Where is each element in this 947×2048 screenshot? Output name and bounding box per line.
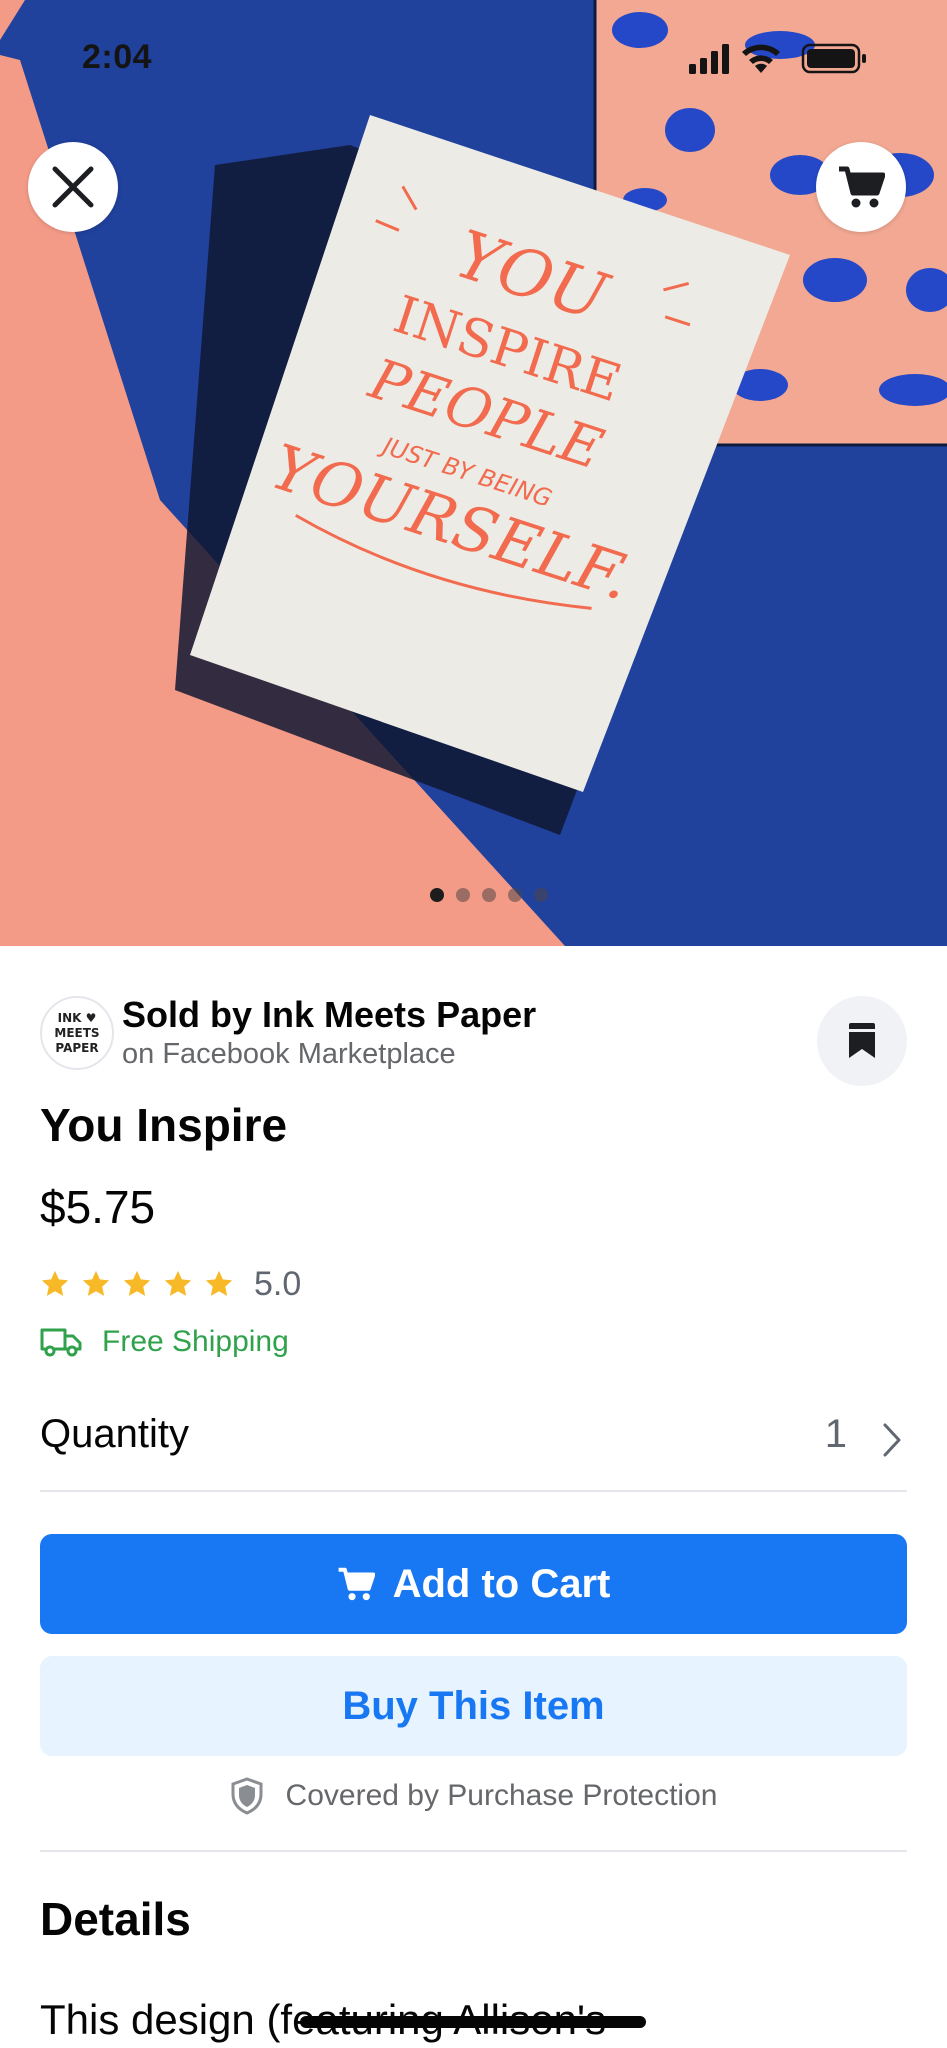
quantity-label: Quantity — [40, 1412, 189, 1456]
shipping-info: Free Shipping — [40, 1322, 289, 1362]
star-rating — [40, 1269, 234, 1299]
carousel-dot[interactable] — [455, 888, 470, 902]
bookmark-icon — [849, 1023, 875, 1058]
cart-button[interactable] — [816, 142, 906, 232]
product-price: $5.75 — [40, 1181, 156, 1233]
close-icon — [52, 166, 94, 208]
quantity-value: 1 — [824, 1412, 847, 1456]
shipping-label: Free Shipping — [102, 1325, 289, 1358]
status-time: 2:04 — [82, 38, 153, 76]
star-icon — [41, 1270, 69, 1296]
signal-icon — [689, 44, 729, 74]
status-bar: 2:04 — [0, 0, 947, 120]
section-divider — [40, 1850, 907, 1852]
purchase-protection-label: Covered by Purchase Protection — [285, 1779, 718, 1812]
product-image-carousel[interactable]: YOU INSPIRE PEOPLE JUST BY BEING YOURSEL… — [0, 0, 947, 946]
carousel-dot[interactable] — [507, 888, 522, 902]
seller-logo-line: PAPER — [55, 1040, 99, 1055]
buy-this-item-label: Buy This Item — [342, 1683, 605, 1728]
carousel-page-indicator[interactable] — [0, 888, 947, 908]
product-rating[interactable]: 5.0 — [40, 1262, 301, 1306]
close-button[interactable] — [28, 142, 118, 232]
star-icon — [123, 1270, 151, 1296]
status-icons — [689, 43, 866, 74]
rating-value: 5.0 — [254, 1264, 302, 1303]
chevron-right-icon — [883, 1423, 901, 1457]
add-to-cart-button[interactable]: Add to Cart — [40, 1534, 907, 1634]
buy-this-item-button[interactable]: Buy This Item — [40, 1656, 907, 1756]
shopping-cart-icon — [338, 1567, 375, 1601]
seller-row[interactable]: INK ♥ MEETS PAPER Sold by Ink Meets Pape… — [40, 994, 907, 1086]
quantity-selector[interactable]: Quantity 1 — [40, 1400, 907, 1492]
carousel-dot[interactable] — [429, 888, 444, 902]
seller-logo-line: INK ♥ — [57, 1010, 97, 1025]
product-title: You Inspire — [40, 1099, 288, 1151]
seller-name[interactable]: Sold by Ink Meets Paper — [122, 994, 536, 1036]
redaction-bar — [300, 2016, 646, 2028]
shield-icon — [231, 1777, 263, 1815]
seller-logo-line: MEETS — [54, 1025, 100, 1040]
seller-logo[interactable]: INK ♥ MEETS PAPER — [40, 996, 114, 1070]
star-icon — [82, 1270, 110, 1296]
wifi-icon — [742, 44, 780, 73]
carousel-dot[interactable] — [481, 888, 496, 902]
star-icon — [164, 1270, 192, 1296]
details-heading: Details — [40, 1893, 191, 1945]
carousel-dot[interactable] — [533, 888, 548, 902]
star-icon — [205, 1270, 233, 1296]
shopping-cart-icon — [839, 166, 885, 208]
seller-subtitle: on Facebook Marketplace — [122, 1038, 456, 1070]
add-to-cart-label: Add to Cart — [392, 1561, 611, 1606]
purchase-protection[interactable]: Covered by Purchase Protection — [0, 1774, 947, 1818]
product-photo: YOU INSPIRE PEOPLE JUST BY BEING YOURSEL… — [0, 0, 947, 946]
battery-icon — [801, 43, 866, 74]
save-button[interactable] — [817, 996, 907, 1086]
truck-icon — [40, 1328, 82, 1357]
